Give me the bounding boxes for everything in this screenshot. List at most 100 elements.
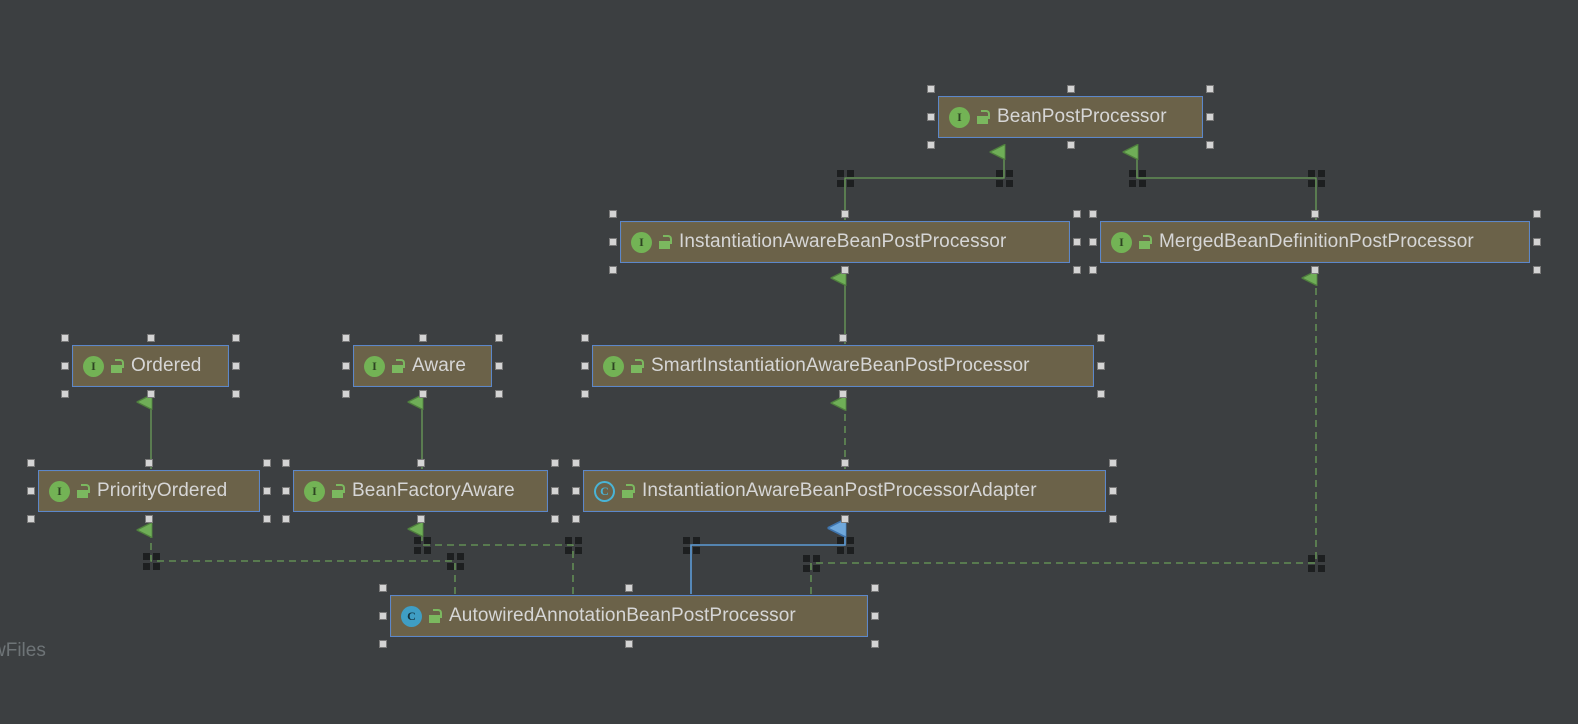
selection-handle[interactable] <box>61 362 69 370</box>
edge-bendpoint-handle[interactable] <box>683 537 700 554</box>
selection-handle[interactable] <box>625 584 633 592</box>
selection-handle[interactable] <box>379 640 387 648</box>
selection-handle[interactable] <box>232 390 240 398</box>
selection-handle[interactable] <box>379 584 387 592</box>
selection-handle[interactable] <box>282 459 290 467</box>
selection-handle[interactable] <box>551 459 559 467</box>
selection-handle[interactable] <box>1097 390 1105 398</box>
selection-handle[interactable] <box>416 459 425 467</box>
selection-handle[interactable] <box>342 362 350 370</box>
selection-handle[interactable] <box>551 515 559 523</box>
selection-handle[interactable] <box>1066 141 1075 149</box>
edge-bendpoint-handle[interactable] <box>143 553 160 570</box>
selection-handle[interactable] <box>418 390 427 398</box>
uml-node-Aware[interactable]: I Aware <box>353 345 492 387</box>
selection-handle[interactable] <box>572 515 580 523</box>
selection-handle[interactable] <box>263 515 271 523</box>
selection-handle[interactable] <box>1311 266 1319 274</box>
selection-handle[interactable] <box>27 459 35 467</box>
selection-handle[interactable] <box>927 141 935 149</box>
edge-bendpoint-handle[interactable] <box>447 553 464 570</box>
selection-handle[interactable] <box>61 334 69 342</box>
selection-handle[interactable] <box>572 487 580 495</box>
selection-handle[interactable] <box>1109 515 1117 523</box>
selection-handle[interactable] <box>581 390 589 398</box>
uml-node-PriorityOrdered[interactable]: I PriorityOrdered <box>38 470 260 512</box>
selection-handle[interactable] <box>871 612 879 620</box>
uml-node-InstantiationAwareBeanPostProcessor[interactable]: I InstantiationAwareBeanPostProcessor <box>620 221 1070 263</box>
selection-handle[interactable] <box>416 515 425 523</box>
selection-handle[interactable] <box>379 612 387 620</box>
edge-bendpoint-handle[interactable] <box>837 170 854 187</box>
selection-handle[interactable] <box>61 390 69 398</box>
uml-node-AutowiredAnnotationBeanPostProcessor[interactable]: C AutowiredAnnotationBeanPostProcessor <box>390 595 868 637</box>
uml-node-BeanPostProcessor[interactable]: I BeanPostProcessor <box>938 96 1203 138</box>
selection-handle[interactable] <box>263 459 271 467</box>
uml-node-InstantiationAwareBeanPostProcessorAdapter[interactable]: C InstantiationAwareBeanPostProcessorAdap… <box>583 470 1106 512</box>
selection-handle[interactable] <box>146 390 155 398</box>
uml-node-BeanFactoryAware[interactable]: I BeanFactoryAware <box>293 470 548 512</box>
selection-handle[interactable] <box>1533 238 1541 246</box>
edge-bendpoint-handle[interactable] <box>1308 170 1325 187</box>
selection-handle[interactable] <box>840 459 849 467</box>
selection-handle[interactable] <box>1073 238 1081 246</box>
selection-handle[interactable] <box>839 390 847 398</box>
edge-bendpoint-handle[interactable] <box>1308 555 1325 572</box>
selection-handle[interactable] <box>840 515 849 523</box>
selection-handle[interactable] <box>495 334 503 342</box>
uml-node-Ordered[interactable]: I Ordered <box>72 345 229 387</box>
selection-handle[interactable] <box>1066 85 1075 93</box>
edge-bendpoint-handle[interactable] <box>1129 170 1146 187</box>
selection-handle[interactable] <box>1109 459 1117 467</box>
selection-handle[interactable] <box>927 85 935 93</box>
selection-handle[interactable] <box>282 515 290 523</box>
selection-handle[interactable] <box>841 210 849 218</box>
selection-handle[interactable] <box>146 334 155 342</box>
uml-node-MergedBeanDefinitionPostProcessor[interactable]: I MergedBeanDefinitionPostProcessor <box>1100 221 1530 263</box>
selection-handle[interactable] <box>495 362 503 370</box>
selection-handle[interactable] <box>342 334 350 342</box>
selection-handle[interactable] <box>1533 210 1541 218</box>
selection-handle[interactable] <box>609 266 617 274</box>
selection-handle[interactable] <box>625 640 633 648</box>
selection-handle[interactable] <box>609 238 617 246</box>
selection-handle[interactable] <box>839 334 847 342</box>
selection-handle[interactable] <box>27 515 35 523</box>
diagram-canvas[interactable]: I BeanPostProcessor I InstantiationAwareBea… <box>0 0 1578 724</box>
selection-handle[interactable] <box>145 459 153 467</box>
uml-node-SmartInstantiationAwareBeanPostProcessor[interactable]: I SmartInstantiationAwareBeanPostProcesso… <box>592 345 1094 387</box>
selection-handle[interactable] <box>841 266 849 274</box>
selection-handle[interactable] <box>1097 334 1105 342</box>
selection-handle[interactable] <box>1089 238 1097 246</box>
selection-handle[interactable] <box>1206 85 1214 93</box>
selection-handle[interactable] <box>27 487 35 495</box>
selection-handle[interactable] <box>871 584 879 592</box>
selection-handle[interactable] <box>232 334 240 342</box>
selection-handle[interactable] <box>1089 266 1097 274</box>
selection-handle[interactable] <box>572 459 580 467</box>
selection-handle[interactable] <box>1533 266 1541 274</box>
selection-handle[interactable] <box>495 390 503 398</box>
selection-handle[interactable] <box>282 487 290 495</box>
edge-bendpoint-handle[interactable] <box>803 555 820 572</box>
selection-handle[interactable] <box>609 210 617 218</box>
selection-handle[interactable] <box>342 390 350 398</box>
selection-handle[interactable] <box>1089 210 1097 218</box>
selection-handle[interactable] <box>1206 113 1214 121</box>
selection-handle[interactable] <box>1311 210 1319 218</box>
edge-bendpoint-handle[interactable] <box>837 537 854 554</box>
selection-handle[interactable] <box>1073 210 1081 218</box>
edge-bendpoint-handle[interactable] <box>565 537 582 554</box>
selection-handle[interactable] <box>145 515 153 523</box>
selection-handle[interactable] <box>232 362 240 370</box>
selection-handle[interactable] <box>1073 266 1081 274</box>
selection-handle[interactable] <box>927 113 935 121</box>
selection-handle[interactable] <box>263 487 271 495</box>
selection-handle[interactable] <box>581 334 589 342</box>
selection-handle[interactable] <box>418 334 427 342</box>
selection-handle[interactable] <box>1109 487 1117 495</box>
edge-bendpoint-handle[interactable] <box>414 537 431 554</box>
edge-bendpoint-handle[interactable] <box>996 170 1013 187</box>
selection-handle[interactable] <box>551 487 559 495</box>
selection-handle[interactable] <box>1097 362 1105 370</box>
